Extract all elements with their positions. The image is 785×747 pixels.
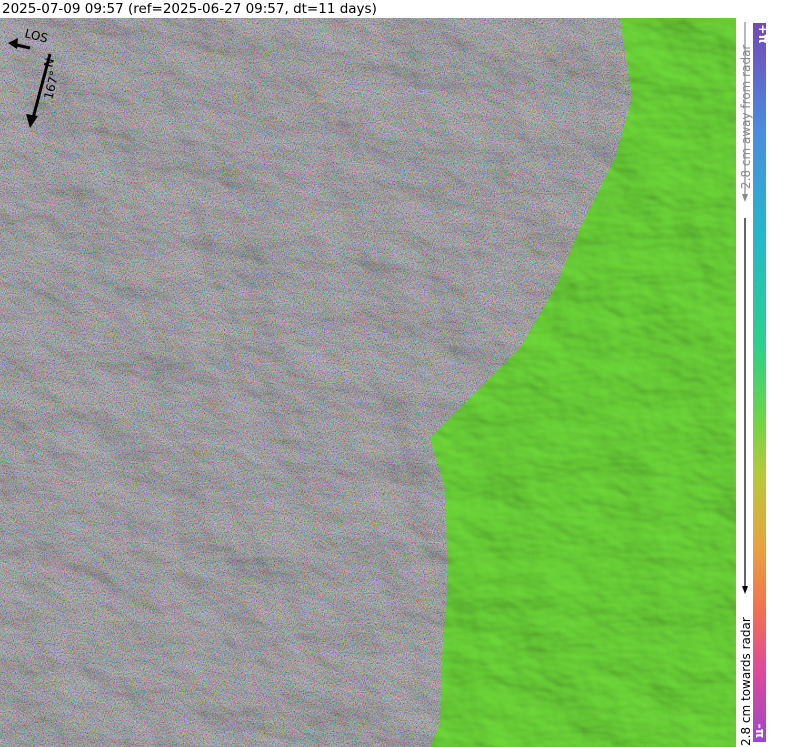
interferogram-map: LOS N 167°	[0, 18, 736, 747]
away-arrow-icon	[742, 194, 748, 202]
north-arrow-icon	[26, 114, 38, 128]
north-label: N	[41, 57, 57, 69]
compass-rose: LOS N 167°	[8, 26, 62, 128]
colorbar-panel: +π -π 2.8 cm away from radar 2.8 cm towa…	[736, 18, 785, 747]
image-title: 2025-07-09 09:57 (ref=2025-06-27 09:57, …	[2, 1, 377, 17]
towards-arrow-icon	[742, 586, 748, 594]
los-arrow-icon	[8, 38, 18, 49]
colorbar-arrows	[742, 22, 748, 594]
interferogram-svg	[0, 18, 736, 747]
los-label: LOS	[23, 26, 49, 45]
